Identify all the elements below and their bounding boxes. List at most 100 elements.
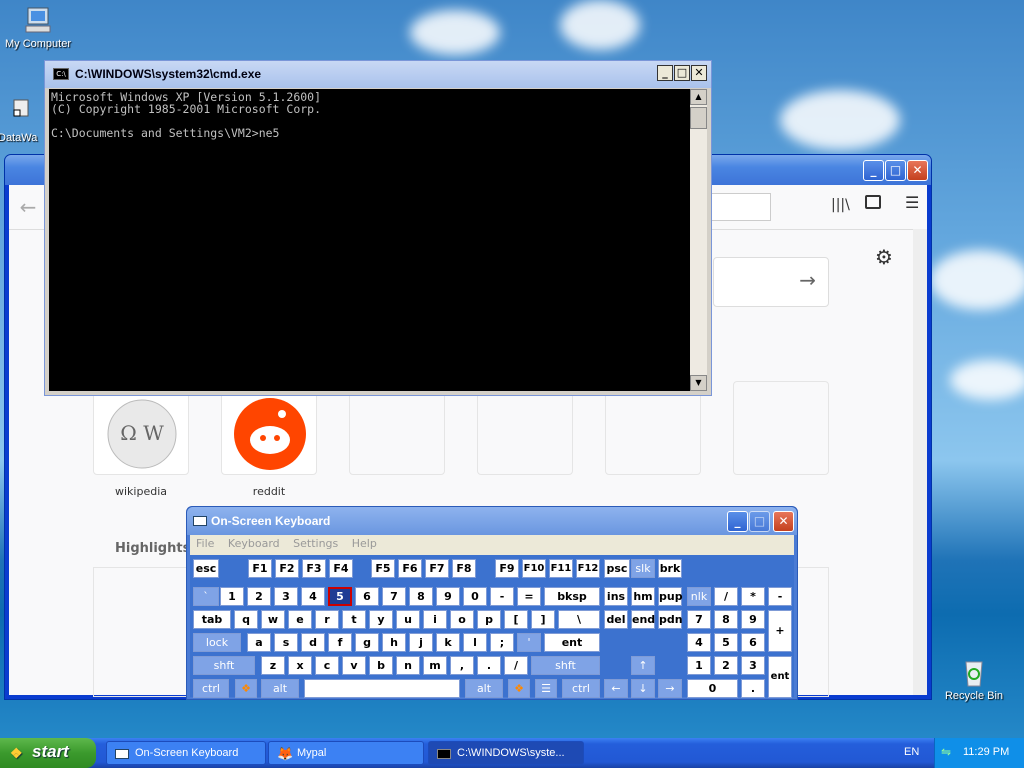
- key-f6[interactable]: F6: [398, 559, 422, 578]
- key-quote[interactable]: ': [517, 633, 541, 652]
- highlight-card[interactable]: [93, 567, 193, 697]
- key-i[interactable]: i: [423, 610, 447, 629]
- key-arrow-up[interactable]: ↑: [631, 656, 655, 675]
- key-s[interactable]: s: [274, 633, 298, 652]
- minimize-button[interactable]: _: [863, 160, 884, 181]
- key-p[interactable]: p: [477, 610, 501, 629]
- scroll-up-button[interactable]: ▲: [690, 89, 707, 105]
- key-ins[interactable]: ins: [604, 587, 628, 606]
- key-num-dot[interactable]: .: [741, 679, 765, 698]
- key-shift-right[interactable]: shft: [531, 656, 600, 675]
- key-num-minus[interactable]: -: [768, 587, 792, 606]
- key-w[interactable]: w: [261, 610, 285, 629]
- console-output[interactable]: Microsoft Windows XP [Version 5.1.2600](…: [49, 89, 691, 391]
- close-button[interactable]: ✕: [773, 511, 794, 532]
- recycle-bin-icon[interactable]: Recycle Bin: [936, 656, 1012, 702]
- back-button[interactable]: ←: [13, 193, 43, 223]
- top-site-tile[interactable]: [221, 391, 317, 475]
- taskbar-button-mypal[interactable]: 🦊 Mypal: [268, 741, 424, 765]
- key-esc[interactable]: esc: [193, 559, 219, 578]
- key-comma[interactable]: ,: [450, 656, 474, 675]
- key-ctrl-right[interactable]: ctrl: [562, 679, 600, 698]
- scroll-thumb[interactable]: [690, 107, 707, 129]
- key-f[interactable]: f: [328, 633, 352, 652]
- key-z[interactable]: z: [261, 656, 285, 675]
- key-k[interactable]: k: [436, 633, 460, 652]
- key-num-0[interactable]: 0: [687, 679, 738, 698]
- key-slk[interactable]: slk: [631, 559, 655, 578]
- key-nlk[interactable]: nlk: [687, 587, 711, 606]
- key-menu[interactable]: ☰: [535, 679, 557, 698]
- key-f11[interactable]: F11: [549, 559, 573, 578]
- key-f4[interactable]: F4: [329, 559, 353, 578]
- key-f5[interactable]: F5: [371, 559, 395, 578]
- key-d[interactable]: d: [301, 633, 325, 652]
- key-1[interactable]: 1: [220, 587, 244, 606]
- menu-file[interactable]: File: [196, 537, 214, 550]
- key-num-2[interactable]: 2: [714, 656, 738, 675]
- key-alt-left[interactable]: alt: [261, 679, 299, 698]
- key-f8[interactable]: F8: [452, 559, 476, 578]
- key-semicolon[interactable]: ;: [490, 633, 514, 652]
- my-computer-icon[interactable]: My Computer: [0, 4, 76, 50]
- key-num-8[interactable]: 8: [714, 610, 738, 629]
- menu-help[interactable]: Help: [352, 537, 377, 550]
- key-f12[interactable]: F12: [576, 559, 600, 578]
- key-slash[interactable]: /: [504, 656, 528, 675]
- key-num-ent[interactable]: ent: [768, 656, 792, 698]
- maximize-button[interactable]: □: [749, 511, 770, 532]
- key-f10[interactable]: F10: [522, 559, 546, 578]
- key-period[interactable]: .: [477, 656, 501, 675]
- key-del[interactable]: del: [604, 610, 628, 629]
- key-tab[interactable]: tab: [193, 610, 231, 629]
- key-backslash[interactable]: \: [558, 610, 600, 629]
- menu-icon[interactable]: ☰: [905, 193, 919, 212]
- key-u[interactable]: u: [396, 610, 420, 629]
- minimize-button[interactable]: _: [727, 511, 748, 532]
- clock[interactable]: 11:29 PM: [963, 746, 1009, 758]
- scroll-down-button[interactable]: ▼: [690, 375, 707, 391]
- key-alt-right[interactable]: alt: [465, 679, 503, 698]
- close-button[interactable]: ✕: [691, 65, 707, 81]
- key-num-7[interactable]: 7: [687, 610, 711, 629]
- key-pup[interactable]: pup: [658, 587, 683, 606]
- key-end[interactable]: end: [631, 610, 655, 629]
- key-g[interactable]: g: [355, 633, 379, 652]
- key-lock[interactable]: lock: [193, 633, 241, 652]
- key-windows-right[interactable]: ❖: [508, 679, 530, 698]
- top-site-tile-empty[interactable]: [733, 381, 829, 475]
- key-num-5[interactable]: 5: [714, 633, 738, 652]
- key-0[interactable]: 0: [463, 587, 487, 606]
- key-num-9[interactable]: 9: [741, 610, 765, 629]
- key-x[interactable]: x: [288, 656, 312, 675]
- osk-titlebar[interactable]: On-Screen Keyboard _ □ ✕: [187, 507, 797, 535]
- key-windows-left[interactable]: ❖: [235, 679, 257, 698]
- start-button[interactable]: ❖ start: [0, 738, 96, 768]
- key-f9[interactable]: F9: [495, 559, 519, 578]
- key-q[interactable]: q: [234, 610, 258, 629]
- key-f2[interactable]: F2: [275, 559, 299, 578]
- maximize-button[interactable]: □: [885, 160, 906, 181]
- key-o[interactable]: o: [450, 610, 474, 629]
- library-icon[interactable]: |||\: [831, 197, 850, 213]
- key-m[interactable]: m: [423, 656, 447, 675]
- key-num-plus[interactable]: +: [768, 610, 792, 652]
- key-num-3[interactable]: 3: [741, 656, 765, 675]
- key-shift-left[interactable]: shft: [193, 656, 255, 675]
- key-j[interactable]: j: [409, 633, 433, 652]
- key-t[interactable]: t: [342, 610, 366, 629]
- key-2[interactable]: 2: [247, 587, 271, 606]
- key-brk[interactable]: brk: [658, 559, 682, 578]
- key-3[interactable]: 3: [274, 587, 298, 606]
- key-b[interactable]: b: [369, 656, 393, 675]
- key-pdn[interactable]: pdn: [658, 610, 683, 629]
- url-bar[interactable]: [709, 193, 771, 221]
- key-bksp[interactable]: bksp: [544, 587, 600, 606]
- key-rbracket[interactable]: ]: [531, 610, 555, 629]
- key-num-1[interactable]: 1: [687, 656, 711, 675]
- sidebar-icon[interactable]: [865, 195, 881, 209]
- key-v[interactable]: v: [342, 656, 366, 675]
- key-space[interactable]: [304, 679, 460, 698]
- key-c[interactable]: c: [315, 656, 339, 675]
- close-button[interactable]: ✕: [907, 160, 928, 181]
